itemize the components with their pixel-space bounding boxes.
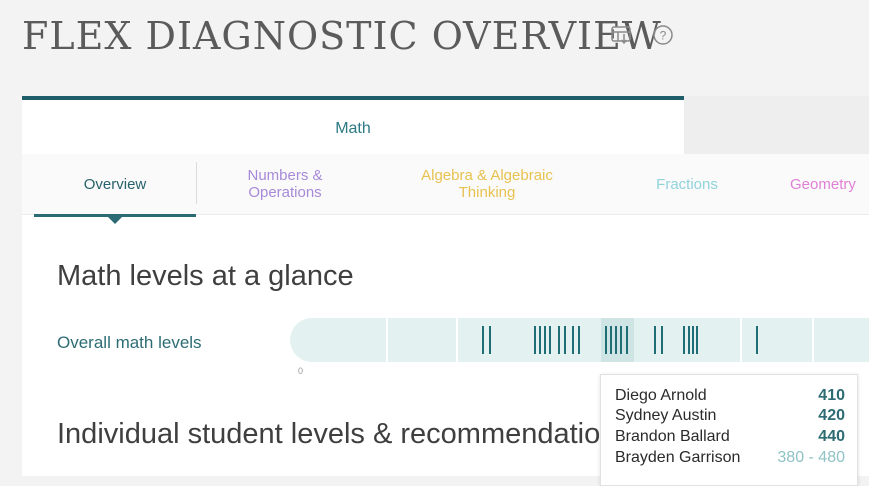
axis-zero-label: 0 — [298, 366, 304, 376]
student-level-mark[interactable] — [620, 326, 622, 354]
student-level-mark[interactable] — [605, 326, 607, 354]
individual-section-title: Individual student levels & recommendati… — [57, 418, 617, 450]
student-level-mark[interactable] — [615, 326, 617, 354]
strand-subnav: Overview Numbers & Operations Algebra & … — [22, 154, 869, 224]
student-level-mark[interactable] — [572, 326, 574, 354]
student-name: Brandon Ballard — [615, 428, 730, 445]
student-name: Sydney Austin — [615, 407, 717, 424]
overall-levels-track[interactable] — [290, 318, 869, 362]
student-level-mark[interactable] — [534, 326, 536, 354]
tooltip-row: Brandon Ballard 440 — [615, 427, 845, 447]
student-level-mark[interactable] — [654, 326, 656, 354]
student-level: 440 — [818, 428, 845, 445]
tab-inactive-area[interactable] — [684, 96, 869, 154]
student-level-mark[interactable] — [688, 326, 690, 354]
student-level-mark[interactable] — [661, 326, 663, 354]
student-level-mark[interactable] — [564, 326, 566, 354]
student-level-mark[interactable] — [539, 326, 541, 354]
student-level-mark[interactable] — [544, 326, 546, 354]
page-title: FLEX DIAGNOSTIC OVERVIEW — [22, 14, 662, 58]
student-level-mark[interactable] — [578, 326, 580, 354]
student-levels-tooltip: Diego Arnold 410 Sydney Austin 420 Brand… — [600, 374, 858, 486]
student-level-mark[interactable] — [756, 326, 758, 354]
overall-levels-label: Overall math levels — [57, 333, 202, 352]
student-level-mark[interactable] — [610, 326, 612, 354]
student-level-mark[interactable] — [489, 326, 491, 354]
student-level: 410 — [818, 387, 845, 404]
student-name: Brayden Garrison — [615, 449, 741, 466]
svg-text:?: ? — [660, 29, 667, 43]
student-level-mark[interactable] — [482, 326, 484, 354]
student-level-mark[interactable] — [626, 326, 628, 354]
student-level-mark[interactable] — [683, 326, 685, 354]
subtab-overview[interactable]: Overview — [34, 154, 196, 224]
subtab-numbers-operations[interactable]: Numbers & Operations — [217, 154, 353, 214]
tooltip-row: Diego Arnold 410 — [615, 386, 845, 406]
student-level-mark[interactable] — [549, 326, 551, 354]
report-download-icon[interactable] — [610, 24, 632, 46]
subnav-divider — [196, 162, 197, 204]
help-icon[interactable]: ? — [652, 24, 674, 46]
tooltip-row: Brayden Garrison 380 - 480 — [615, 448, 845, 468]
student-level: 420 — [818, 407, 845, 424]
subtab-fractions[interactable]: Fractions — [622, 154, 752, 214]
subtab-algebra[interactable]: Algebra & Algebraic Thinking — [402, 154, 572, 214]
student-level-range: 380 - 480 — [777, 449, 845, 466]
tooltip-row: Sydney Austin 420 — [615, 406, 845, 426]
student-name: Diego Arnold — [615, 387, 707, 404]
glance-section-title: Math levels at a glance — [57, 260, 354, 292]
student-level-mark[interactable] — [696, 326, 698, 354]
student-level-mark[interactable] — [558, 326, 560, 354]
subtab-geometry[interactable]: Geometry — [790, 154, 869, 214]
student-level-mark[interactable] — [692, 326, 694, 354]
tab-math[interactable]: Math — [22, 96, 684, 158]
